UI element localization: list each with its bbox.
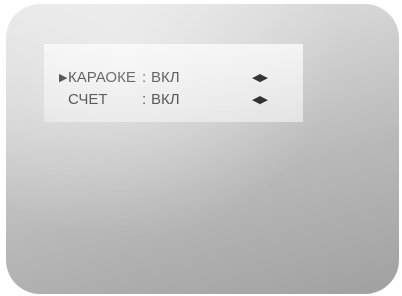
left-right-arrows-icon[interactable]: ◀▶: [252, 68, 268, 88]
menu-item-karaoke[interactable]: ▶ КАРАОКЕ : ВКЛ ◀▶: [44, 68, 303, 88]
menu-item-separator: :: [142, 91, 147, 108]
menu-item-value[interactable]: ВКЛ: [151, 68, 180, 88]
menu-item-label: КАРАОКЕ: [68, 69, 136, 86]
left-right-arrows-icon[interactable]: ◀▶: [252, 90, 268, 110]
selection-cursor-icon: ▶: [59, 72, 68, 84]
tv-screen: ▶ КАРАОКЕ : ВКЛ ◀▶ СЧЕТ : ВКЛ ◀▶: [6, 4, 399, 294]
menu-item-value[interactable]: ВКЛ: [151, 90, 180, 110]
menu-item-score[interactable]: СЧЕТ : ВКЛ ◀▶: [44, 90, 303, 110]
menu-item-label: СЧЕТ: [68, 91, 108, 108]
osd-menu-panel: ▶ КАРАОКЕ : ВКЛ ◀▶ СЧЕТ : ВКЛ ◀▶: [44, 44, 303, 122]
menu-item-separator: :: [142, 69, 147, 86]
